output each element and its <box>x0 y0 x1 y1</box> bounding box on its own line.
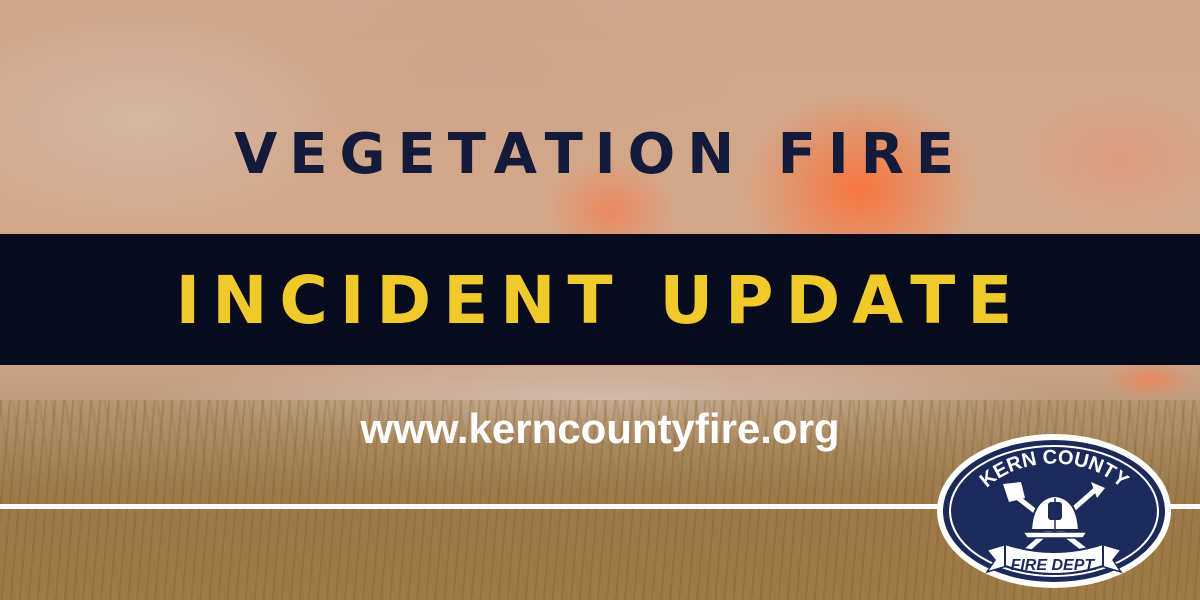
headline: VEGETATION FIRE <box>233 122 967 187</box>
flame-glow <box>1090 360 1200 400</box>
incident-banner: VEGETATION FIRE INCIDENT UPDATE www.kern… <box>0 0 1200 600</box>
band-title: INCIDENT UPDATE <box>175 262 1025 339</box>
kern-county-fire-logo: KERN COUNTY FIRE DEPT. <box>935 432 1173 590</box>
logo-ribbon-text: FIRE DEPT. <box>1011 557 1098 574</box>
